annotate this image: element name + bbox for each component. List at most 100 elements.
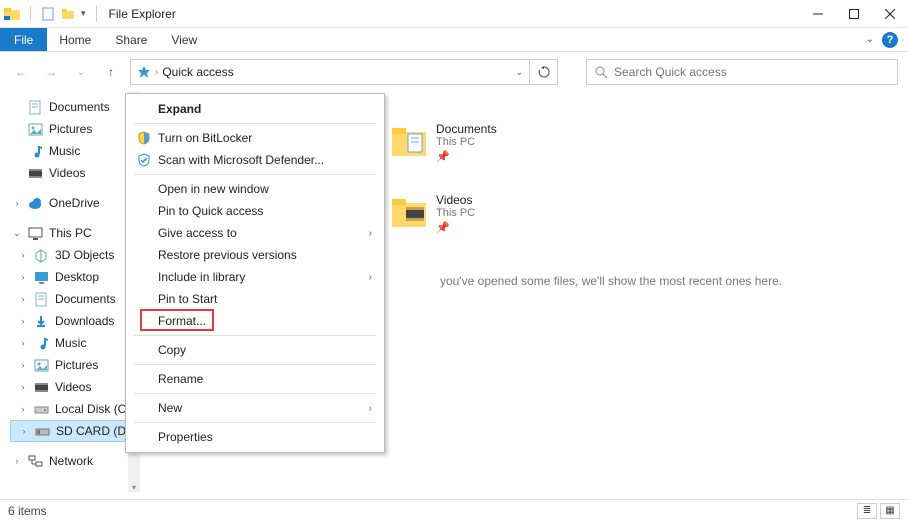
close-button[interactable] — [872, 0, 908, 28]
qat-dropdown-icon[interactable]: ▾ — [81, 8, 86, 19]
doc-icon — [28, 100, 43, 115]
sidebar-item-label: SD CARD (D:) — [56, 424, 133, 438]
sidebar-item-local-disk-c-[interactable]: › Local Disk (C:) — [10, 398, 140, 420]
qat-separator-2 — [96, 6, 97, 22]
expand-arrow-icon[interactable]: › — [19, 426, 29, 436]
refresh-button[interactable] — [530, 59, 558, 85]
help-icon[interactable]: ? — [882, 32, 898, 48]
forward-button[interactable]: → — [40, 61, 62, 83]
tab-share[interactable]: Share — [103, 28, 159, 51]
expand-arrow-icon[interactable]: › — [18, 272, 28, 282]
sidebar-item-this-pc[interactable]: ⌄ This PC — [10, 222, 140, 244]
menu-item-pin-to-start[interactable]: Pin to Start — [126, 288, 384, 310]
expand-arrow-icon[interactable]: › — [18, 382, 28, 392]
menu-separator — [134, 123, 376, 124]
sidebar-item-sd-card-d-[interactable]: › SD CARD (D:) — [10, 420, 140, 442]
search-box[interactable] — [586, 59, 898, 85]
expand-arrow-icon[interactable]: › — [18, 360, 28, 370]
menu-item-include-in-library[interactable]: Include in library› — [126, 266, 384, 288]
menu-item-pin-to-quick-access[interactable]: Pin to Quick access — [126, 200, 384, 222]
sidebar-item-label: This PC — [49, 226, 92, 240]
sidebar-item-network[interactable]: › Network — [10, 450, 140, 472]
details-view-button[interactable]: ≣ — [857, 503, 877, 519]
sidebar-item-videos[interactable]: Videos — [10, 162, 140, 184]
expand-arrow-icon[interactable]: › — [12, 198, 22, 208]
desktop-icon — [34, 270, 49, 285]
sidebar-item-documents[interactable]: Documents — [10, 96, 140, 118]
sidebar-item-label: Downloads — [55, 314, 114, 328]
sidebar-item-onedrive[interactable]: › OneDrive — [10, 192, 140, 214]
defender-icon — [134, 153, 154, 167]
menu-item-scan-with-microsoft-defender[interactable]: Scan with Microsoft Defender... — [126, 149, 384, 171]
menu-item-rename[interactable]: Rename — [126, 368, 384, 390]
minimize-button[interactable] — [800, 0, 836, 28]
menu-item-expand[interactable]: Expand — [126, 98, 384, 120]
menu-item-label: Copy — [154, 343, 372, 357]
expand-arrow-icon[interactable]: › — [18, 294, 28, 304]
pic-icon — [28, 122, 43, 137]
menu-item-format[interactable]: Format... — [126, 310, 384, 332]
expand-arrow-icon[interactable]: › — [18, 338, 28, 348]
thumbnails-view-button[interactable]: ▦ — [880, 503, 900, 519]
search-input[interactable] — [614, 65, 889, 79]
ribbon-tabs: File Home Share View ⌄ ? — [0, 28, 908, 52]
pc-icon — [28, 226, 43, 241]
frequent-folder-documents[interactable]: DocumentsThis PC📌 — [390, 122, 570, 163]
menu-item-properties[interactable]: Properties — [126, 426, 384, 448]
folder-icon — [390, 122, 428, 160]
menu-item-open-in-new-window[interactable]: Open in new window — [126, 178, 384, 200]
sidebar-item-pictures[interactable]: ›Pictures — [10, 354, 140, 376]
menu-item-restore-previous-versions[interactable]: Restore previous versions — [126, 244, 384, 266]
menu-item-label: Open in new window — [154, 182, 372, 196]
tab-home[interactable]: Home — [47, 28, 103, 51]
shield-icon — [134, 131, 154, 145]
status-item-count: 6 items — [8, 504, 47, 518]
menu-separator — [134, 422, 376, 423]
sidebar-item-pictures[interactable]: Pictures — [10, 118, 140, 140]
sidebar-item-desktop[interactable]: ›Desktop — [10, 266, 140, 288]
sidebar-item-label: Local Disk (C:) — [55, 402, 134, 416]
breadcrumb-arrow-icon[interactable]: › — [155, 67, 158, 78]
sidebar-item-music[interactable]: Music — [10, 140, 140, 162]
up-button[interactable]: ↑ — [100, 61, 122, 83]
expand-arrow-icon[interactable]: › — [18, 316, 28, 326]
menu-item-give-access-to[interactable]: Give access to› — [126, 222, 384, 244]
frequent-folder-videos[interactable]: VideosThis PC📌 — [390, 193, 570, 234]
qat-properties-icon[interactable] — [41, 7, 55, 21]
qat-new-folder-icon[interactable] — [61, 7, 75, 21]
menu-item-label: Pin to Quick access — [154, 204, 372, 218]
qat-separator — [30, 6, 31, 22]
quick-access-star-icon — [137, 65, 151, 79]
folder-name: Documents — [436, 122, 497, 136]
address-bar[interactable]: › Quick access ⌄ — [130, 59, 530, 85]
expand-arrow-icon[interactable]: › — [18, 404, 28, 414]
recent-locations-button[interactable]: ⌄ — [70, 61, 92, 83]
drive-icon — [34, 402, 49, 417]
address-dropdown-icon[interactable]: ⌄ — [515, 67, 523, 78]
sidebar-item-label: 3D Objects — [55, 248, 114, 262]
collapse-arrow-icon[interactable]: ⌄ — [12, 228, 22, 239]
pic-icon — [34, 358, 49, 373]
expand-arrow-icon[interactable]: › — [18, 250, 28, 260]
menu-item-turn-on-bitlocker[interactable]: Turn on BitLocker — [126, 127, 384, 149]
submenu-arrow-icon: › — [369, 272, 372, 283]
sidebar-item-music[interactable]: ›Music — [10, 332, 140, 354]
submenu-arrow-icon: › — [369, 403, 372, 414]
sidebar-item-3d-objects[interactable]: › 3D Objects — [10, 244, 140, 266]
sidebar-item-downloads[interactable]: › Downloads — [10, 310, 140, 332]
menu-item-new[interactable]: New› — [126, 397, 384, 419]
menu-item-label: Format... — [154, 314, 372, 328]
ribbon-collapse-icon[interactable]: ⌄ — [866, 34, 874, 45]
sidebar-item-videos[interactable]: ›Videos — [10, 376, 140, 398]
sidebar-item-label: Videos — [49, 166, 85, 180]
menu-item-copy[interactable]: Copy — [126, 339, 384, 361]
back-button[interactable]: ← — [10, 61, 32, 83]
file-tab[interactable]: File — [0, 28, 47, 51]
sidebar-item-documents[interactable]: ›Documents — [10, 288, 140, 310]
navigation-bar: ← → ⌄ ↑ › Quick access ⌄ — [0, 52, 908, 92]
3d-icon — [34, 248, 49, 263]
expand-arrow-icon[interactable]: › — [12, 456, 22, 466]
breadcrumb[interactable]: Quick access — [162, 65, 233, 79]
maximize-button[interactable] — [836, 0, 872, 28]
tab-view[interactable]: View — [159, 28, 209, 51]
